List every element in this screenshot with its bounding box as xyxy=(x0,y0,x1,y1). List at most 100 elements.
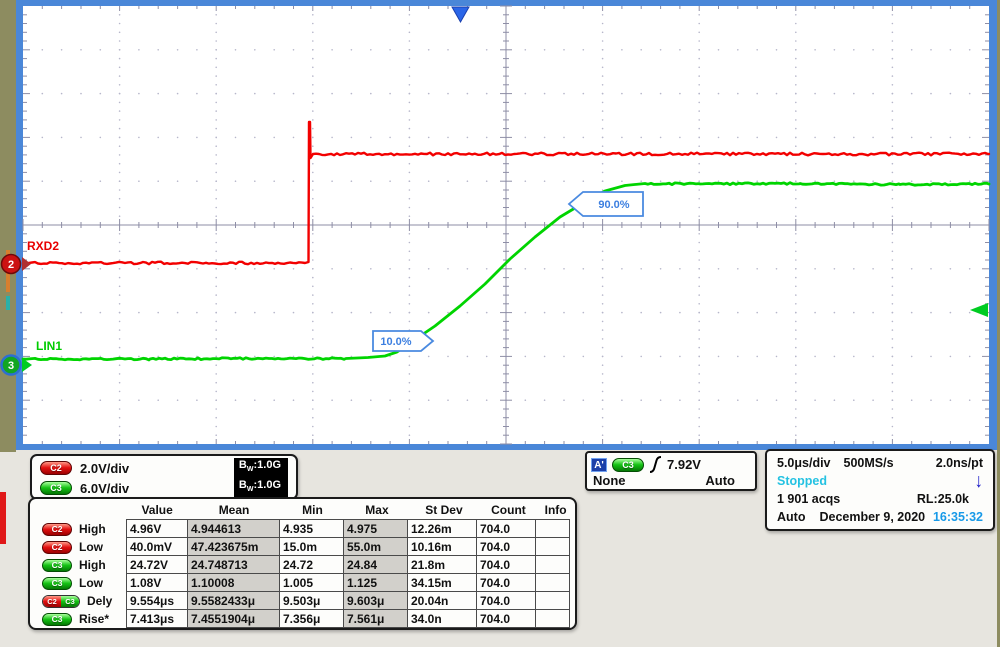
measurement-header-spacer xyxy=(32,503,126,520)
measurement-row[interactable]: C2C3 Dely 9.554μs9.5582433μ9.503μ9.603μ20.… xyxy=(32,592,573,610)
measurement-cell-mean: 1.10008 xyxy=(187,573,280,592)
measurement-column-header: Mean xyxy=(188,503,280,520)
measurement-name: Dely xyxy=(87,594,112,608)
measurement-cell-stdev: 10.16m xyxy=(407,537,477,556)
trigger-holdoff: None xyxy=(593,473,626,490)
trigger-mode-label: Auto xyxy=(777,510,805,524)
measurement-column-header: Info xyxy=(538,503,573,520)
measurement-cell-mean: 4.944613 xyxy=(187,519,280,538)
channel-badge-c3: C3 xyxy=(42,613,72,626)
sample-resolution: 2.0ns/pt xyxy=(936,456,983,470)
measurement-cell-value: 24.72V xyxy=(126,555,188,574)
measurement-cell-value: 1.08V xyxy=(126,573,188,592)
channel2-bandwidth: BW:1.0G xyxy=(234,458,288,478)
measurement-name: High xyxy=(79,522,106,536)
channel-badge-c2: C2 xyxy=(42,523,72,536)
channel3-settings-row[interactable]: C3 6.0V/div BW:1.0G xyxy=(32,478,296,498)
measurement-row[interactable]: C3High24.72V24.74871324.7224.8421.8m704.… xyxy=(32,556,573,574)
measurement-cell-stdev: 20.04n xyxy=(407,591,477,610)
channel-badge-c3: C3 xyxy=(42,577,72,590)
channel3-scale: 6.0V/div xyxy=(80,481,129,496)
measurement-column-header: Max xyxy=(345,503,410,520)
measurement-cell-max: 55.0m xyxy=(343,537,408,556)
measurement-table-panel[interactable]: ValueMeanMinMaxSt DevCountInfo C2 High 4.9… xyxy=(28,497,577,630)
measurement-row[interactable]: C3Low1.08V1.100081.0051.12534.15m704.0 xyxy=(32,574,573,592)
acquisition-count: 1 901 acqs xyxy=(777,492,840,506)
measurement-name: High xyxy=(79,558,106,572)
trigger-level-value: 7.92V xyxy=(667,457,701,472)
measurement-cell-stdev: 34.0n xyxy=(407,609,477,628)
waveform-display: 2 3 RXD2 LIN1 10.0% 90.0% xyxy=(0,0,1000,452)
trigger-mode: Auto xyxy=(705,473,735,490)
measurement-cell-stdev: 12.26m xyxy=(407,519,477,538)
measurement-column-header: Min xyxy=(280,503,345,520)
measurement-cell-max: 24.84 xyxy=(343,555,408,574)
channel-settings-panel[interactable]: C2 2.0V/div BW:1.0G C3 6.0V/div BW:1.0G xyxy=(30,454,298,500)
left-edge-marker xyxy=(0,492,6,544)
measurement-cell-count: 704.0 xyxy=(476,609,536,628)
measurement-row[interactable]: C3 Rise* 7.413μs7.4551904μ7.356μ7.561μ34.0… xyxy=(32,610,573,628)
ch2-trace-label: RXD2 xyxy=(27,239,59,253)
measurement-cell-max: 9.603μ xyxy=(343,591,408,610)
record-length: RL:25.0k xyxy=(917,492,969,506)
measurement-cell-min: 1.005 xyxy=(279,573,344,592)
measurement-cell-value: 9.554μs xyxy=(126,591,188,610)
measurement-cell-info xyxy=(535,609,570,628)
measurement-name: Low xyxy=(79,540,103,554)
measurement-cell-info xyxy=(535,573,570,592)
callout-90-percent: 90.0% xyxy=(569,192,643,216)
channel3-marker-label: 3 xyxy=(8,360,14,372)
channel-badge-c3: C3 xyxy=(42,559,72,572)
measurement-cell-info xyxy=(535,519,570,538)
measurement-column-header: Count xyxy=(479,503,539,520)
measurement-cell-mean: 24.748713 xyxy=(187,555,280,574)
oscilloscope-screen: 2 3 RXD2 LIN1 10.0% 90.0% C2 2.0V/div BW… xyxy=(0,0,1000,647)
measurement-cell-count: 704.0 xyxy=(476,573,536,592)
trigger-a-badge: A' xyxy=(591,458,607,472)
timebase-panel[interactable]: 5.0μs/div 500MS/s 2.0ns/pt Stopped ↓ 1 9… xyxy=(765,449,995,531)
measurement-name: Rise* xyxy=(79,612,109,626)
channel3-bandwidth: BW:1.0G xyxy=(234,478,288,498)
measurement-cell-value: 7.413μs xyxy=(126,609,188,628)
channel-badge-c2c3: C2C3 xyxy=(42,595,80,608)
channel2-badge: C2 xyxy=(40,461,72,475)
channel2-marker-label: 2 xyxy=(8,259,14,271)
measurement-cell-max: 1.125 xyxy=(343,573,408,592)
measurement-cell-mean: 9.5582433μ xyxy=(187,591,280,610)
acquisition-status: Stopped xyxy=(777,474,827,488)
measurement-cell-count: 704.0 xyxy=(476,537,536,556)
channel-badge-c2: C2 xyxy=(42,541,72,554)
channel3-badge: C3 xyxy=(40,481,72,495)
measurement-cell-max: 4.975 xyxy=(343,519,408,538)
rising-edge-icon xyxy=(649,456,662,473)
measurement-cell-max: 7.561μ xyxy=(343,609,408,628)
measurement-cell-mean: 7.4551904μ xyxy=(187,609,280,628)
measurement-cell-value: 40.0mV xyxy=(126,537,188,556)
ch3-trace-label: LIN1 xyxy=(36,339,62,353)
callout-10-percent-label: 10.0% xyxy=(380,336,411,348)
measurement-row[interactable]: C2 Low 40.0mV47.423675m15.0m55.0m10.16m704… xyxy=(32,538,573,556)
measurement-cell-count: 704.0 xyxy=(476,555,536,574)
sample-rate: 500MS/s xyxy=(844,456,894,470)
measurement-row[interactable]: C2High4.96V4.9446134.9354.97512.26m704.0 xyxy=(32,520,573,538)
down-arrow-icon: ↓ xyxy=(975,473,984,489)
callout-10-percent: 10.0% xyxy=(373,331,433,351)
callout-90-percent-label: 90.0% xyxy=(598,199,629,211)
channel2-settings-row[interactable]: C2 2.0V/div BW:1.0G xyxy=(32,458,296,478)
measurement-cell-mean: 47.423675m xyxy=(187,537,280,556)
measurement-cell-value: 4.96V xyxy=(126,519,188,538)
measurement-cell-min: 7.356μ xyxy=(279,609,344,628)
measurement-cell-stdev: 34.15m xyxy=(407,573,477,592)
measurement-table-body: C2High4.96V4.9446134.9354.97512.26m704.0… xyxy=(32,520,573,628)
measurement-column-header: St Dev xyxy=(409,503,478,520)
measurement-cell-min: 15.0m xyxy=(279,537,344,556)
channel2-scale: 2.0V/div xyxy=(80,461,129,476)
measurement-cell-min: 4.935 xyxy=(279,519,344,538)
measurement-cell-min: 9.503μ xyxy=(279,591,344,610)
measurement-cell-count: 704.0 xyxy=(476,591,536,610)
trigger-panel[interactable]: A' C3 7.92V None Auto xyxy=(585,451,757,491)
measurement-cell-info xyxy=(535,537,570,556)
measurement-cell-min: 24.72 xyxy=(279,555,344,574)
measurement-table-header: ValueMeanMinMaxSt DevCountInfo xyxy=(32,503,573,520)
timebase-scale: 5.0μs/div xyxy=(777,456,831,470)
